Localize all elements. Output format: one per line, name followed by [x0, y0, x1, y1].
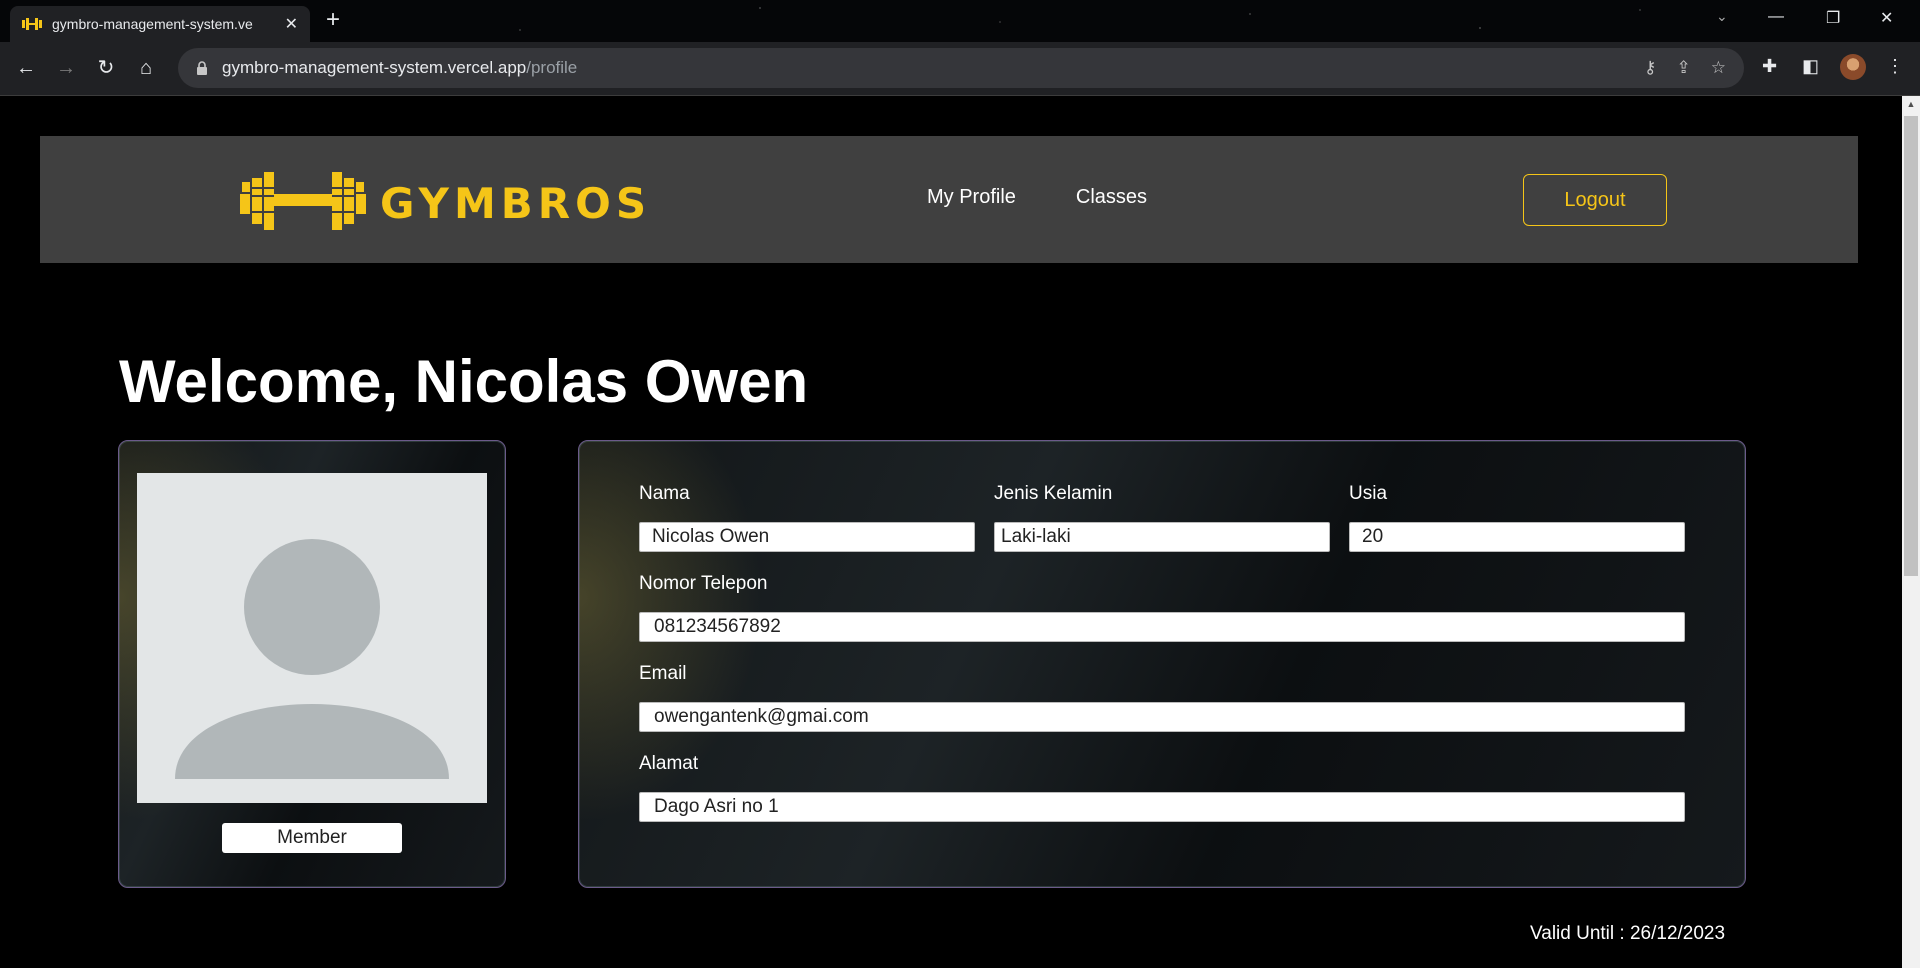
site-navbar: GYMBROS My Profile Classes Logout — [40, 136, 1858, 263]
close-window-icon[interactable]: ✕ — [1880, 8, 1893, 28]
nav-classes[interactable]: Classes — [1076, 186, 1147, 209]
forward-icon[interactable]: → — [54, 56, 78, 80]
usia-label: Usia — [1349, 483, 1388, 504]
logout-button[interactable]: Logout — [1523, 174, 1667, 226]
share-icon[interactable]: ⇪ — [1677, 58, 1691, 78]
telepon-field[interactable] — [639, 612, 1685, 642]
user-silhouette-icon — [175, 539, 449, 779]
url-path: /profile — [526, 58, 578, 77]
dumbbell-logo-icon — [238, 168, 368, 239]
nav-my-profile[interactable]: My Profile — [927, 186, 1016, 209]
profile-avatar-icon[interactable] — [1840, 54, 1866, 80]
avatar-placeholder — [137, 473, 487, 803]
page-content: GYMBROS My Profile Classes Logout Welcom… — [0, 97, 1902, 968]
role-badge: Member — [222, 823, 402, 853]
new-tab-icon[interactable]: + — [326, 8, 340, 32]
gymbros-favicon-icon — [22, 17, 42, 31]
profile-info-card: Nama Jenis Kelamin Usia Nomor Telepon Em… — [578, 440, 1746, 888]
browser-titlebar: gymbro-management-system.ve ✕ + ⌄ — ❐ ✕ — [0, 0, 1920, 42]
jenis-kelamin-label: Jenis Kelamin — [994, 483, 1113, 504]
tab-title: gymbro-management-system.ve — [52, 16, 253, 32]
page-scrollbar[interactable]: ▲ — [1902, 96, 1920, 968]
tab-search-chevron-icon[interactable]: ⌄ — [1716, 8, 1728, 25]
home-icon[interactable]: ⌂ — [134, 56, 158, 80]
nama-label: Nama — [639, 483, 690, 504]
url-host: gymbro-management-system.vercel.app — [222, 58, 527, 77]
browser-tab[interactable]: gymbro-management-system.ve ✕ — [10, 6, 310, 42]
page-title: Welcome, Nicolas Owen — [119, 348, 809, 415]
jenis-kelamin-field[interactable] — [994, 522, 1330, 552]
restore-icon[interactable]: ❐ — [1826, 8, 1840, 28]
nav-links: My Profile Classes — [927, 186, 1147, 209]
side-panel-icon[interactable]: ◧ — [1802, 56, 1819, 77]
key-icon[interactable]: ⚷ — [1644, 58, 1656, 78]
reload-icon[interactable]: ↻ — [94, 56, 118, 80]
address-bar[interactable]: gymbro-management-system.vercel.app/prof… — [178, 48, 1744, 88]
more-menu-icon[interactable]: ⋮ — [1886, 56, 1904, 77]
lock-icon — [196, 61, 208, 75]
scroll-thumb[interactable] — [1904, 116, 1918, 576]
close-tab-icon[interactable]: ✕ — [285, 14, 298, 34]
membership-valid-until: Valid Until : 26/12/2023 — [1530, 923, 1726, 944]
telepon-label: Nomor Telepon — [639, 573, 768, 594]
email-field[interactable] — [639, 702, 1685, 732]
gymbros-logo[interactable]: GYMBROS — [238, 168, 651, 239]
email-label: Email — [639, 663, 687, 684]
bookmark-star-icon[interactable]: ☆ — [1711, 58, 1726, 78]
nama-field[interactable] — [639, 522, 975, 552]
back-icon[interactable]: ← — [14, 56, 38, 80]
usia-field[interactable] — [1349, 522, 1685, 552]
brand-name: GYMBROS — [380, 179, 652, 228]
extensions-puzzle-icon[interactable]: ✚ — [1762, 56, 1777, 77]
minimize-icon[interactable]: — — [1768, 8, 1784, 26]
alamat-label: Alamat — [639, 753, 699, 774]
profile-photo-card: Member — [118, 440, 506, 888]
alamat-field[interactable] — [639, 792, 1685, 822]
scroll-up-arrow-icon[interactable]: ▲ — [1902, 96, 1920, 112]
browser-toolbar: ← → ↻ ⌂ gymbro-management-system.vercel.… — [0, 42, 1920, 96]
